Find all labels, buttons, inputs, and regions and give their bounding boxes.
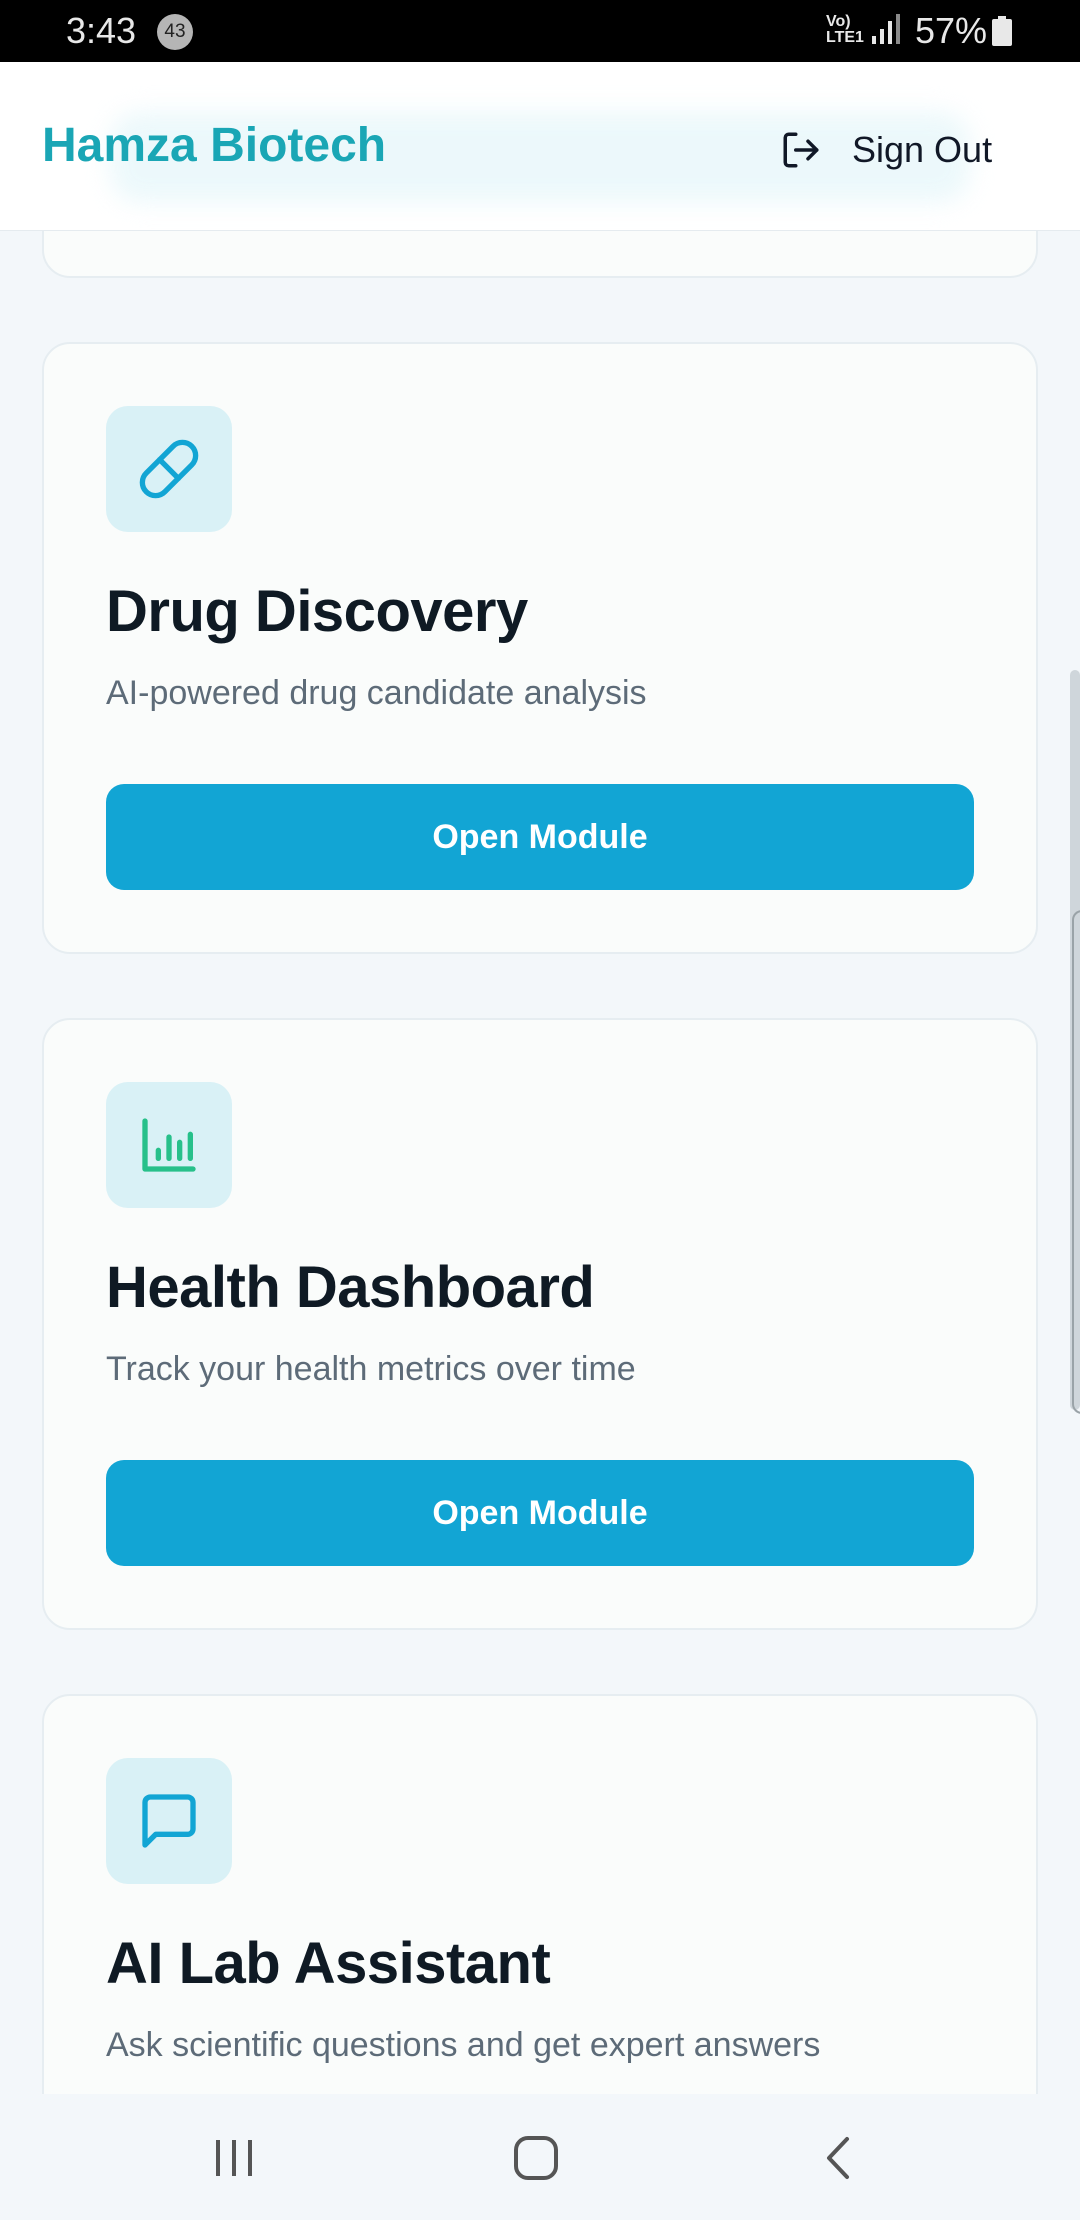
edge-panel-handle[interactable] [1072,910,1080,1414]
module-title: AI Lab Assistant [106,1931,551,1996]
back-button[interactable] [808,2130,868,2186]
network-type-label: Vo) LTE1 [826,13,864,46]
log-out-icon [783,132,819,168]
module-icon-tile [106,1082,232,1208]
module-title: Health Dashboard [106,1255,595,1320]
module-description: Ask scientific questions and get expert … [106,2026,821,2064]
battery-icon [992,16,1012,46]
battery-percentage: 57% [915,10,988,51]
module-card-health-dashboard: Health Dashboard Track your health metri… [42,1018,1038,1630]
notification-count-badge: 43 [157,14,193,50]
status-time: 3:43 [66,10,137,51]
brand-title: Hamza Biotech [42,119,387,172]
open-module-button[interactable]: Open Module [106,784,974,890]
signal-icon [872,14,900,44]
module-icon-tile [106,1758,232,1884]
back-icon [827,2137,849,2179]
module-icon-tile [106,406,232,532]
home-button[interactable] [506,2130,566,2186]
modules-list[interactable]: Drug Discovery AI-powered drug candidate… [0,230,1080,2094]
system-navigation-bar [0,2094,1080,2220]
recents-icon [216,2140,252,2176]
module-description: Track your health metrics over time [106,1350,636,1388]
status-bar: 3:43 43 Vo) LTE1 57% [0,0,1080,80]
module-description: AI-powered drug candidate analysis [106,674,647,712]
message-square-icon [142,1794,196,1848]
previous-module-card [42,230,1038,278]
recents-button[interactable] [204,2130,264,2186]
open-module-button[interactable]: Open Module [106,1460,974,1566]
module-card-ai-lab-assistant: AI Lab Assistant Ask scientific question… [42,1694,1038,2094]
home-icon [514,2136,558,2180]
app-header: Hamza Biotech Sign Out [0,62,1080,231]
module-card-drug-discovery: Drug Discovery AI-powered drug candidate… [42,342,1038,954]
module-title: Drug Discovery [106,579,528,644]
bar-chart-icon [142,1118,196,1172]
sign-out-button[interactable]: Sign Out [780,122,992,178]
sign-out-label: Sign Out [852,129,993,170]
pill-icon [139,439,199,499]
